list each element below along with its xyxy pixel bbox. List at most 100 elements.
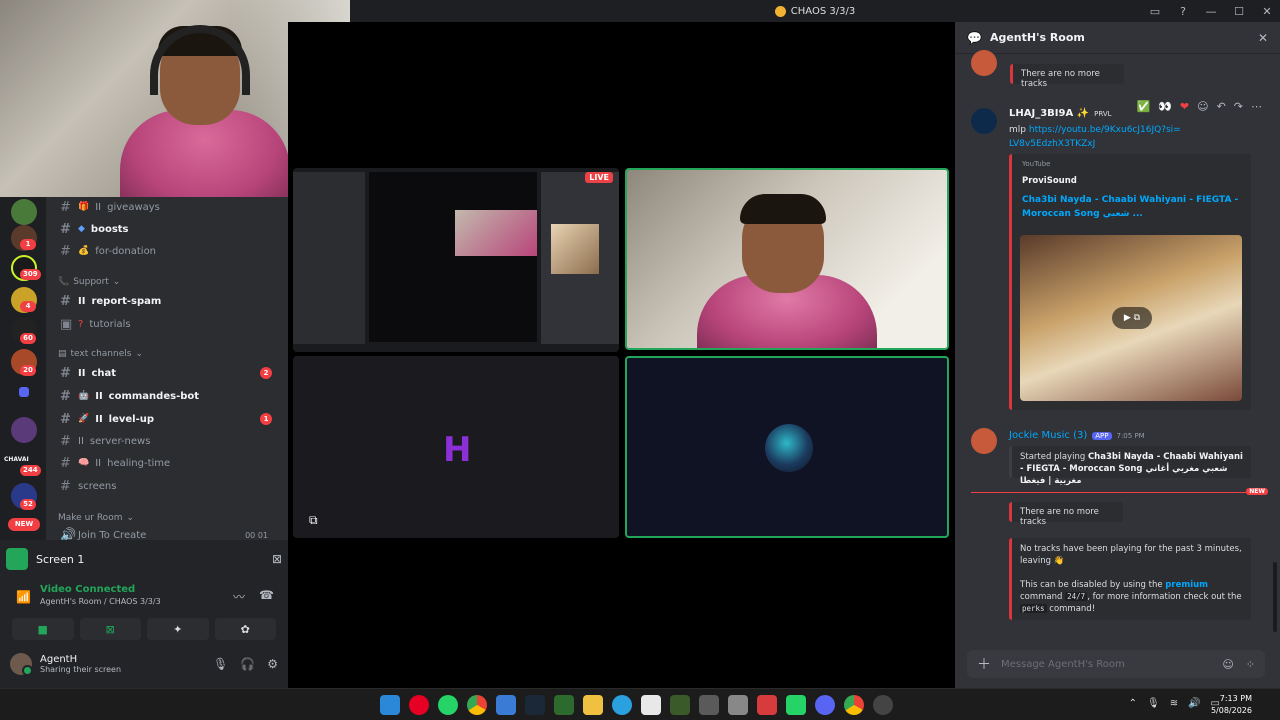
noise-suppression-icon[interactable]: 〰 xyxy=(233,588,245,605)
channel-chat[interactable]: # II chat 2 xyxy=(54,363,280,383)
help-icon[interactable]: ? xyxy=(1176,5,1190,18)
screen-icon xyxy=(6,548,28,570)
channel-report-spam[interactable]: # II report-spam xyxy=(54,291,280,311)
folder-icon[interactable] xyxy=(19,387,29,397)
discord-icon[interactable] xyxy=(815,695,835,715)
participant-tile[interactable]: H ⧉ xyxy=(293,356,619,538)
server-tag: PRVL xyxy=(1094,109,1112,118)
hash-icon: # xyxy=(60,388,71,404)
channel-commandes-bot[interactable]: # 🤖 II commandes-bot xyxy=(54,386,280,406)
volume-icon[interactable]: 🔊 xyxy=(1188,698,1200,709)
chrome-icon[interactable] xyxy=(844,695,864,715)
windows-start-icon[interactable] xyxy=(380,695,400,715)
whatsapp-icon[interactable] xyxy=(786,695,806,715)
clock[interactable]: 7:13 PM 5/08/2026 xyxy=(1211,693,1252,717)
app-icon[interactable] xyxy=(757,695,777,715)
participant-tile[interactable] xyxy=(625,356,949,538)
share-screen-button[interactable]: ⊠ xyxy=(79,618,141,640)
hash-icon: # xyxy=(60,221,71,237)
pinterest-icon[interactable] xyxy=(409,695,429,715)
close-screen-icon[interactable]: ⊠ xyxy=(272,552,282,566)
minimize-button[interactable]: — xyxy=(1204,5,1218,18)
check-icon[interactable]: ✅ xyxy=(1136,100,1150,113)
more-icon[interactable]: ⋯ xyxy=(1251,100,1262,113)
store-icon[interactable] xyxy=(641,695,661,715)
add-reaction-icon[interactable]: ☺ xyxy=(1197,100,1208,113)
message-actions: ✅ 👀 ❤ ☺ ↶ ↷ ⋯ xyxy=(1136,100,1262,113)
popout-icon[interactable]: ⧉ xyxy=(309,513,318,528)
channel-join-to-create[interactable]: 🔊 Join To Create 00 01 xyxy=(54,525,280,541)
avatar[interactable] xyxy=(971,428,997,454)
microphone-icon[interactable]: 🎙 xyxy=(213,657,228,671)
steam-icon[interactable] xyxy=(525,695,545,715)
soundboard-button[interactable]: ✿ xyxy=(214,618,276,640)
scrollbar[interactable] xyxy=(1273,562,1277,632)
avatar[interactable] xyxy=(971,108,997,134)
channel-level-up[interactable]: # 🚀 II level-up 1 xyxy=(54,409,280,429)
add-attachment-icon[interactable]: ＋ xyxy=(977,654,991,674)
microphone-icon[interactable]: 🎙 xyxy=(1147,698,1160,709)
headphones-icon[interactable]: 🎧 xyxy=(240,657,255,671)
avatar[interactable] xyxy=(10,653,33,676)
channel-giveaways[interactable]: # 🎁 II giveaways xyxy=(54,197,280,217)
telegram-icon[interactable] xyxy=(612,695,632,715)
channel-healing-time[interactable]: # 🧠 II healing-time xyxy=(54,453,280,473)
screen-share-tile[interactable]: LIVE xyxy=(293,168,619,352)
server-badge: 60 xyxy=(20,333,36,344)
check-icon[interactable] xyxy=(699,695,719,715)
app-icon[interactable] xyxy=(670,695,690,715)
mention-badge: 1 xyxy=(260,413,272,425)
category-support[interactable]: 📞 Support ⌄ xyxy=(58,277,120,287)
obs-icon[interactable] xyxy=(873,695,893,715)
folder-icon: ▤ xyxy=(58,349,67,359)
taskbar-apps xyxy=(380,695,893,715)
apps-icon[interactable]: ⁘ xyxy=(1246,658,1255,671)
close-icon[interactable]: ✕ xyxy=(1258,31,1268,45)
chevron-down-icon: ⌄ xyxy=(112,277,121,287)
message-embed: There are no more tracks xyxy=(1009,502,1123,527)
play-icon[interactable]: ▶ ⧉ xyxy=(1112,307,1152,329)
forward-icon[interactable]: ↷ xyxy=(1234,100,1243,113)
category-text-channels[interactable]: ▤ text channels ⌄ xyxy=(58,349,143,359)
chrome-icon[interactable] xyxy=(467,695,487,715)
gear-icon[interactable]: ⚙ xyxy=(267,657,278,671)
title-bar: CHAOS 3/3/3 xyxy=(350,0,1280,22)
folder-icon[interactable] xyxy=(583,695,603,715)
eyes-icon[interactable]: 👀 xyxy=(1158,100,1172,113)
heart-icon[interactable]: ❤ xyxy=(1180,100,1189,113)
terminal-icon[interactable] xyxy=(554,695,574,715)
server-badge: 20 xyxy=(20,365,36,376)
maximize-button[interactable]: ☐ xyxy=(1232,5,1246,18)
server-icon[interactable] xyxy=(11,199,37,225)
server-icon[interactable] xyxy=(11,417,37,443)
hash-icon: # xyxy=(60,478,71,494)
video-thumbnail[interactable]: ▶ ⧉ xyxy=(1020,235,1242,401)
app-icon[interactable] xyxy=(728,695,748,715)
avatar xyxy=(765,424,813,472)
app-icon[interactable] xyxy=(496,695,516,715)
message-link[interactable]: https://youtu.be/9Kxu6cJ16JQ?si=LV8v5Edz… xyxy=(1009,125,1181,149)
channel-screens[interactable]: # screens xyxy=(54,476,280,496)
reply-icon[interactable]: ↶ xyxy=(1217,100,1226,113)
camera-button[interactable]: ■ xyxy=(12,618,74,640)
activity-button[interactable]: ✦ xyxy=(147,618,209,640)
avatar[interactable] xyxy=(971,50,997,76)
disconnect-icon[interactable]: ☎ xyxy=(259,588,274,605)
whatsapp-icon[interactable] xyxy=(438,695,458,715)
chevron-up-icon[interactable]: ⌃ xyxy=(1129,698,1137,709)
wifi-icon[interactable]: ≋ xyxy=(1170,698,1178,709)
channel-for-donation[interactable]: # 💰 for-donation xyxy=(54,241,280,261)
message-input[interactable]: ＋ Message AgentH's Room ☺ ⁘ xyxy=(967,650,1265,678)
signal-icon[interactable]: 📶 xyxy=(16,590,31,604)
voice-panel: Screen 1 ⊠ 📶 Video Connected AgentH's Ro… xyxy=(0,540,288,688)
channel-server-news[interactable]: # II server-news xyxy=(54,431,280,451)
hash-icon: # xyxy=(60,199,71,215)
inbox-icon[interactable]: ▭ xyxy=(1148,5,1162,18)
category-make-ur-room[interactable]: Make ur Room ⌄ xyxy=(58,513,134,523)
camera-tile[interactable] xyxy=(625,168,949,350)
channel-boosts[interactable]: # ◆ boosts xyxy=(54,219,280,239)
hash-icon: # xyxy=(60,411,71,427)
close-button[interactable]: ✕ xyxy=(1260,5,1274,18)
emoji-icon[interactable]: ☺ xyxy=(1222,658,1233,671)
channel-tutorials[interactable]: ▣ ? tutorials xyxy=(54,314,280,334)
